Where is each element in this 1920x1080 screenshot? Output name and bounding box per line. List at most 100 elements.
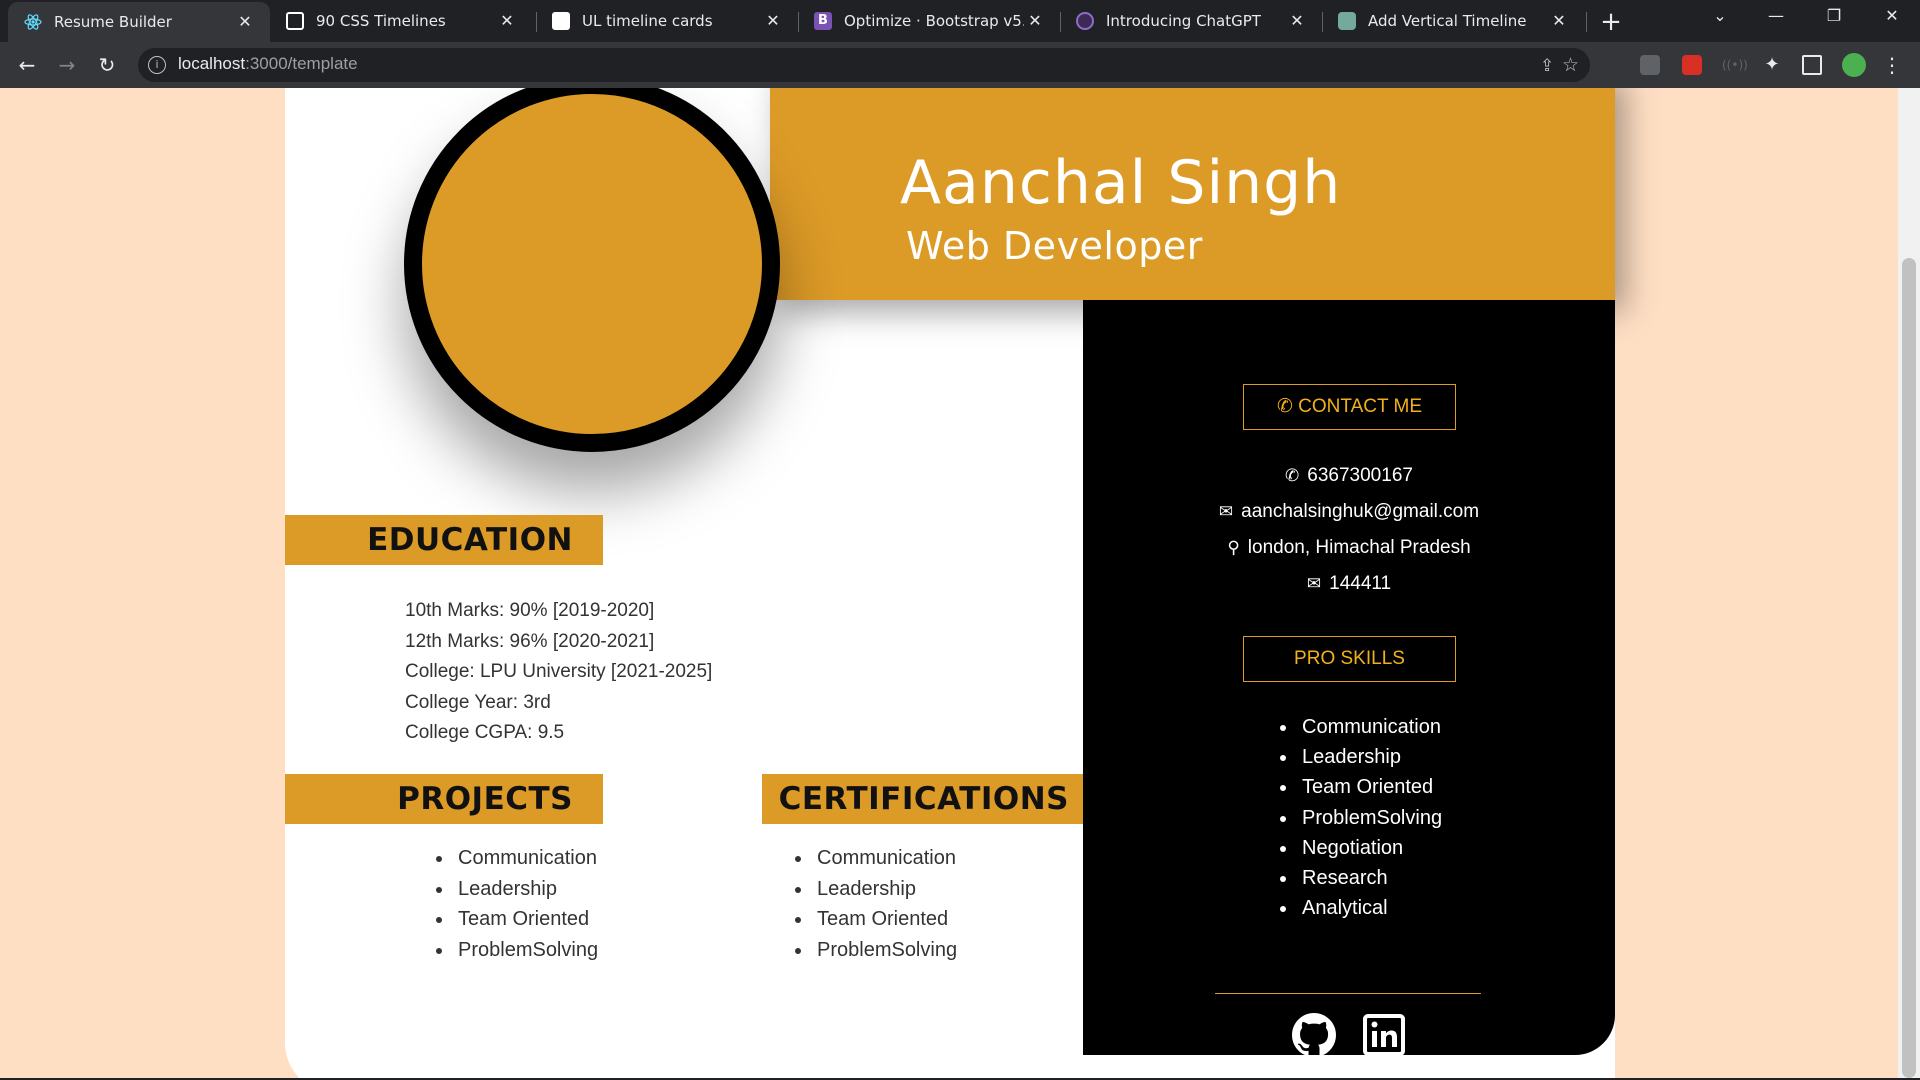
education-item: College Year: 3rd <box>405 691 551 713</box>
list-item: Communication <box>1298 712 1442 742</box>
codepen-icon <box>552 12 570 30</box>
minimize-icon[interactable]: — <box>1756 6 1796 25</box>
list-item: Analytical <box>1298 893 1442 923</box>
phone-icon: ✆ <box>1276 396 1299 417</box>
reload-icon[interactable]: ↻ <box>92 50 122 80</box>
react-icon <box>24 13 42 31</box>
list-item: ProblemSolving <box>813 935 957 966</box>
extension-red-icon[interactable] <box>1682 55 1702 75</box>
avatar <box>404 88 780 452</box>
list-item: Team Oriented <box>813 904 957 935</box>
education-list: 10th Marks: 90% [2019-2020] 12th Marks: … <box>405 596 712 749</box>
url-host: localhost <box>178 54 246 73</box>
extension-icon[interactable] <box>1640 55 1660 75</box>
url-text[interactable]: localhost:3000/template <box>178 54 358 74</box>
close-tab-icon[interactable]: ✕ <box>1024 10 1046 32</box>
menu-kebab-icon[interactable]: ⋮ <box>1882 55 1902 75</box>
tab-title: Optimize · Bootstrap v5.3 <box>844 12 1024 30</box>
pin-text: 144411 <box>1329 573 1392 594</box>
education-heading: EDUCATION <box>285 515 603 565</box>
envelope-icon: ✉ <box>1306 574 1322 593</box>
new-tab-plus-icon[interactable]: + <box>1596 8 1626 38</box>
linkedin-icon[interactable] <box>1362 1013 1406 1057</box>
contact-location: ⚲ london, Himachal Pradesh <box>1083 537 1615 559</box>
profile-avatar[interactable] <box>1842 53 1866 77</box>
close-tab-icon[interactable]: ✕ <box>1548 10 1570 32</box>
close-window-icon[interactable]: ✕ <box>1872 6 1912 25</box>
contact-me-button[interactable]: ✆ CONTACT ME <box>1243 384 1456 430</box>
close-tab-icon[interactable]: ✕ <box>496 10 518 32</box>
location-text: london, Himachal Pradesh <box>1247 537 1471 558</box>
back-arrow-icon[interactable]: ← <box>12 50 42 80</box>
tab-title: Add Vertical Timeline <box>1368 12 1527 30</box>
close-tab-icon[interactable]: ✕ <box>234 11 256 33</box>
free-frontend-icon <box>286 12 304 30</box>
tab-strip: Resume Builder ✕ 90 CSS Timelines ✕ UL t… <box>0 0 1920 42</box>
close-tab-icon[interactable]: ✕ <box>1286 10 1308 32</box>
resume-name: Aanchal Singh <box>900 148 1342 218</box>
projects-heading: PROJECTS <box>285 774 603 824</box>
phone-icon: ✆ <box>1285 466 1300 485</box>
bookmark-star-icon[interactable]: ☆ <box>1562 54 1579 76</box>
restore-icon[interactable]: ❐ <box>1814 6 1854 25</box>
list-item: Team Oriented <box>454 904 598 935</box>
certifications-heading: CERTIFICATIONS <box>762 774 1083 824</box>
resume-role: Web Developer <box>906 224 1203 268</box>
projects-list: Communication Leadership Team Oriented P… <box>430 843 598 965</box>
tab-add-vertical-timeline[interactable]: Add Vertical Timeline ✕ <box>1322 0 1584 42</box>
tab-title: Introducing ChatGPT <box>1106 12 1261 30</box>
tab-title: Resume Builder <box>54 13 172 31</box>
address-bar[interactable]: i localhost:3000/template ⇪ ☆ <box>138 48 1590 82</box>
email-text: aanchalsinghuk@gmail.com <box>1241 501 1480 522</box>
contact-me-label: CONTACT ME <box>1298 396 1423 417</box>
education-item: College: LPU University [2021-2025] <box>405 661 713 682</box>
list-item: Research <box>1298 863 1442 893</box>
list-item: Leadership <box>454 874 598 905</box>
puzzle-extensions-icon[interactable]: ✦ <box>1762 55 1782 75</box>
education-item: College CGPA: 9.5 <box>405 722 565 743</box>
share-icon[interactable]: ⇪ <box>1540 56 1554 76</box>
skills-list: Communication Leadership Team Oriented P… <box>1276 712 1442 923</box>
list-item: Communication <box>813 843 957 874</box>
tab-bootstrap[interactable]: B Optimize · Bootstrap v5.3 ✕ <box>798 0 1060 42</box>
list-item: Team Oriented <box>1298 772 1442 802</box>
tab-ul-timeline-cards[interactable]: UL timeline cards ✕ <box>536 0 798 42</box>
scrollbar-thumb[interactable] <box>1902 258 1916 1078</box>
github-icon[interactable] <box>1292 1013 1336 1057</box>
certifications-list: Communication Leadership Team Oriented P… <box>789 843 957 965</box>
forward-arrow-icon[interactable]: → <box>52 50 82 80</box>
tab-separator <box>1586 12 1587 32</box>
contact-phone: ✆ 6367300167 <box>1083 465 1615 487</box>
chatgpt-icon <box>1338 12 1356 30</box>
map-pin-icon: ⚲ <box>1227 538 1240 557</box>
tab-introducing-chatgpt[interactable]: Introducing ChatGPT ✕ <box>1060 0 1322 42</box>
envelope-icon: ✉ <box>1218 502 1234 521</box>
tab-resume-builder[interactable]: Resume Builder ✕ <box>8 2 270 42</box>
tab-title: UL timeline cards <box>582 12 713 30</box>
tab-search-chevron-icon[interactable]: ⌄ <box>1700 6 1740 25</box>
list-item: ProblemSolving <box>1298 803 1442 833</box>
phone-text: 6367300167 <box>1307 465 1413 486</box>
education-item: 12th Marks: 96% [2020-2021] <box>405 630 655 652</box>
cast-icon[interactable]: ((•)) <box>1722 55 1748 75</box>
page-viewport: Aanchal Singh Web Developer EDUCATION 10… <box>0 88 1920 1078</box>
site-info-icon[interactable]: i <box>148 56 166 74</box>
contact-pin: ✉ 144411 <box>1083 573 1615 595</box>
contact-email[interactable]: ✉ aanchalsinghuk@gmail.com <box>1083 501 1615 523</box>
pro-skills-button[interactable]: PRO SKILLS <box>1243 636 1456 682</box>
bootstrap-icon: B <box>814 12 832 30</box>
tab-title: 90 CSS Timelines <box>316 12 446 30</box>
divider <box>1215 993 1481 994</box>
browser-toolbar: ← → ↻ i localhost:3000/template ⇪ ☆ ((•)… <box>0 42 1920 88</box>
side-panel-icon[interactable] <box>1802 55 1822 75</box>
list-item: ProblemSolving <box>454 935 598 966</box>
list-item: Leadership <box>813 874 957 905</box>
page-scrollbar[interactable] <box>1898 88 1920 1078</box>
tab-css-timelines[interactable]: 90 CSS Timelines ✕ <box>270 0 532 42</box>
education-item: 10th Marks: 90% [2019-2020] <box>405 600 655 621</box>
url-path: :3000/template <box>245 54 358 73</box>
close-tab-icon[interactable]: ✕ <box>762 10 784 32</box>
list-item: Negotiation <box>1298 833 1442 863</box>
list-item: Leadership <box>1298 742 1442 772</box>
openai-icon <box>1076 12 1094 30</box>
